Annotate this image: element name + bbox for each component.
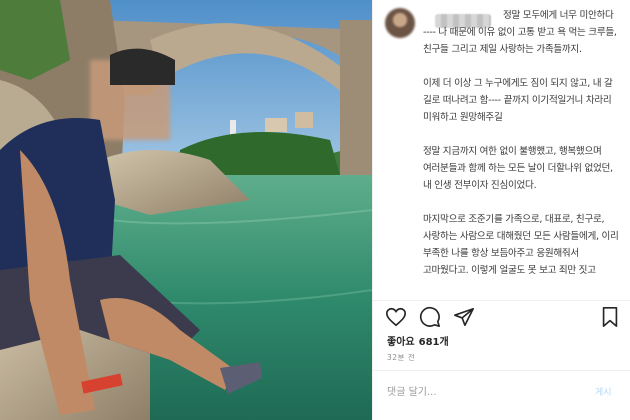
post-timestamp: 32분 전 [387,353,416,362]
like-count[interactable]: 좋아요 681개 [387,333,453,348]
post-caption: 정말 모두에게 너무 미안하다 ---- 나 때문에 이유 없이 고통 받고 욕… [423,7,619,301]
caption-paragraph: 정말 모두에게 너무 미안하다 ---- 나 때문에 이유 없이 고통 받고 욕… [423,10,617,55]
send-icon[interactable] [453,306,475,328]
caption-paragraph: 정말 지금까지 여한 없이 불행했고, 행복했으며 여러분들과 함께 하는 모든… [423,146,613,191]
action-bar [385,306,621,328]
heart-icon[interactable] [385,306,407,328]
avatar[interactable] [385,8,415,38]
post-comment-button[interactable]: 게시 [595,385,612,398]
like-label: 좋아요 [387,337,415,348]
bookmark-icon[interactable] [599,306,621,328]
post-photo[interactable] [0,0,372,420]
caption-paragraph: 마지막으로 조준기를 가족으로, 대표로, 친구로, 사랑하는 사람으로 대해줬… [423,214,619,276]
caption-paragraph: 이제 더 이상 그 누구에게도 짐이 되지 않고, 내 갈 길로 떠나려고 함-… [423,78,613,123]
comment-input[interactable] [387,382,557,402]
divider [373,370,630,371]
comment-icon[interactable] [419,306,441,328]
divider [373,300,630,301]
like-number: 681개 [418,337,449,348]
post-sidebar: 정말 모두에게 너무 미안하다 ---- 나 때문에 이유 없이 고통 받고 욕… [372,0,630,420]
photo-illustration [0,0,372,420]
